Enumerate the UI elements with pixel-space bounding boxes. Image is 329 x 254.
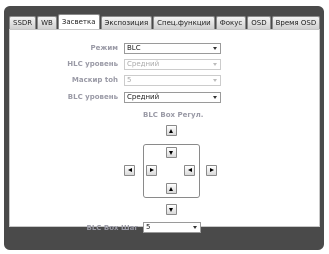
blc-level-label: BLC уровень <box>67 93 118 101</box>
arrow-down-icon <box>169 207 173 212</box>
mask-tone-label: Маскир tоh <box>71 76 118 84</box>
mode-label: Режим <box>90 44 118 52</box>
blc-box-heading: BLC Box Регул. <box>143 111 204 119</box>
tab-special-functions[interactable]: Спец.функции <box>153 16 215 29</box>
blc-box-right-left-button[interactable] <box>184 165 195 176</box>
chevron-down-icon <box>213 79 217 82</box>
blc-box-top-down-button[interactable] <box>166 147 177 158</box>
hlc-level-label: HLC уровень <box>67 60 118 68</box>
tab-exposure[interactable]: Экспозиция <box>100 16 153 29</box>
blc-box-bottom-up-button[interactable] <box>166 183 177 194</box>
chevron-down-icon <box>213 96 217 99</box>
blc-level-select-value: Средний <box>127 93 160 101</box>
mask-tone-select[interactable]: 5 <box>124 75 221 86</box>
tab-focus[interactable]: Фокус <box>215 16 247 29</box>
chevron-down-icon <box>193 226 197 229</box>
arrow-left-icon <box>187 168 192 172</box>
tab-ssdr[interactable]: SSDR <box>9 16 37 29</box>
tab-osd[interactable]: OSD <box>247 16 271 29</box>
arrow-right-icon <box>209 168 214 172</box>
arrow-down-icon <box>169 150 173 155</box>
mode-select[interactable]: BLC <box>124 43 221 54</box>
blc-box-left-right-button[interactable] <box>146 165 157 176</box>
hlc-level-select-value: Средний <box>127 60 160 68</box>
mask-tone-select-value: 5 <box>127 76 132 84</box>
blc-box-top-up-button[interactable] <box>166 125 177 136</box>
blc-box-step-value: 5 <box>146 223 151 231</box>
arrow-right-icon <box>149 168 154 172</box>
arrow-up-icon <box>169 186 173 191</box>
tab-osd-time[interactable]: Время OSD <box>271 16 321 29</box>
blc-level-select[interactable]: Средний <box>124 92 221 103</box>
chevron-down-icon <box>213 47 217 50</box>
tab-backlight[interactable]: Засветка <box>57 14 100 29</box>
blc-box-bottom-down-button[interactable] <box>166 204 177 215</box>
arrow-up-icon <box>169 128 173 133</box>
hlc-level-select[interactable]: Средний <box>124 59 221 70</box>
blc-box-step-select[interactable]: 5 <box>143 222 201 233</box>
blc-box-right-right-button[interactable] <box>206 165 217 176</box>
arrow-left-icon <box>127 168 132 172</box>
blc-box-left-left-button[interactable] <box>124 165 135 176</box>
mode-select-value: BLC <box>127 44 141 52</box>
blc-box-step-label: BLC Box Шаг <box>86 224 139 232</box>
tab-wb[interactable]: WB <box>37 16 57 29</box>
chevron-down-icon <box>213 63 217 66</box>
tab-bar: SSDR WB Засветка Экспозиция Спец.функции… <box>9 14 321 29</box>
